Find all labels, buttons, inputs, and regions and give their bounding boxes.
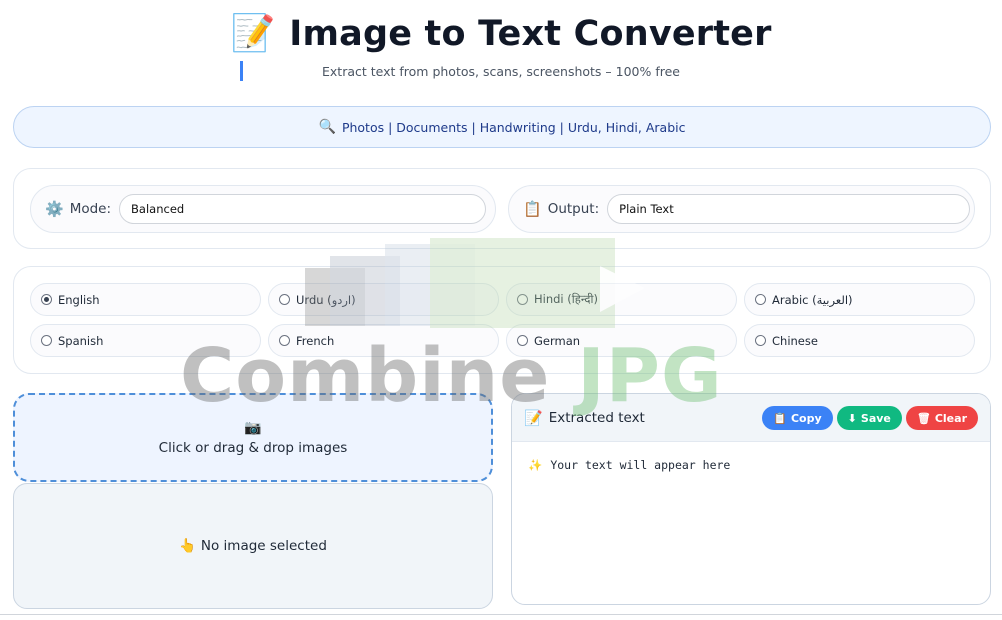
clear-label: Clear <box>934 411 967 425</box>
output-label: Output: <box>547 201 600 217</box>
output-panel: 📝 Extracted text 📋 Copy ⬇ Save 🗑 Clear ✨… <box>511 393 991 605</box>
mode-setting: ⚙️ Mode: Balanced <box>30 185 496 233</box>
language-option-arabic[interactable]: Arabic (العربية) <box>744 283 975 316</box>
language-label: Hindi (हिन्दी) <box>534 292 598 306</box>
radio-icon[interactable] <box>517 294 528 305</box>
output-setting: 📋 Output: Plain Text <box>508 185 975 233</box>
copy-label: Copy <box>790 411 822 425</box>
radio-icon[interactable] <box>517 335 528 346</box>
radio-icon[interactable] <box>755 294 766 305</box>
features-text: Photos | Documents | Handwriting | Urdu,… <box>341 119 686 135</box>
radio-icon[interactable] <box>279 335 290 346</box>
download-icon: ⬇ <box>847 411 857 425</box>
clipboard-icon: 📋 <box>523 200 542 218</box>
magnifier-icon: 🔍 <box>318 119 336 135</box>
page-title: Image to Text Converter <box>289 14 772 54</box>
trash-icon: 🗑 <box>916 411 931 425</box>
language-label: English <box>58 292 100 307</box>
language-label: Chinese <box>772 333 818 348</box>
clear-button[interactable]: 🗑 Clear <box>905 406 978 430</box>
language-option-english[interactable]: English <box>30 283 261 316</box>
copy-button[interactable]: 📋 Copy <box>762 406 833 430</box>
language-option-urdu[interactable]: Urdu (اردو) <box>268 283 499 316</box>
gear-icon: ⚙️ <box>45 200 64 218</box>
radio-icon[interactable] <box>755 335 766 346</box>
language-option-spanish[interactable]: Spanish <box>30 324 261 357</box>
language-label: French <box>296 333 335 348</box>
mode-select[interactable]: Balanced <box>119 194 487 224</box>
upload-dropzone[interactable]: 📷 Click or drag & drop images <box>13 393 493 482</box>
output-textarea[interactable]: ✨ Your text will appear here <box>512 442 990 488</box>
camera-icon: 📷 <box>244 419 262 436</box>
language-label: Urdu (اردو) <box>296 292 356 307</box>
save-button[interactable]: ⬇ Save <box>836 406 902 430</box>
language-option-german[interactable]: German <box>506 324 737 357</box>
language-option-hindi[interactable]: Hindi (हिन्दी) <box>506 283 737 316</box>
clipboard-icon: 📋 <box>773 411 787 425</box>
title-row: 📝 Image to Text Converter <box>0 12 1002 56</box>
radio-icon[interactable] <box>279 294 290 305</box>
image-preview: 👆 No image selected <box>13 483 493 609</box>
save-label: Save <box>860 411 891 425</box>
language-label: Spanish <box>58 333 104 348</box>
language-label: Arabic (العربية) <box>772 292 853 307</box>
language-option-chinese[interactable]: Chinese <box>744 324 975 357</box>
language-option-french[interactable]: French <box>268 324 499 357</box>
output-placeholder: Your text will appear here <box>550 458 731 472</box>
bottom-divider <box>0 614 1002 615</box>
output-select[interactable]: Plain Text <box>607 194 971 224</box>
preview-text: No image selected <box>200 538 327 554</box>
features-banner: 🔍 Photos | Documents | Handwriting | Urd… <box>13 106 991 148</box>
memo-icon: 📝 <box>524 408 543 427</box>
settings-panel: ⚙️ Mode: Balanced 📋 Output: Plain Text <box>13 168 991 249</box>
upload-text: Click or drag & drop images <box>158 439 348 456</box>
language-label: German <box>534 333 581 348</box>
output-actions: 📋 Copy ⬇ Save 🗑 Clear <box>762 406 978 430</box>
page-subtitle: Extract text from photos, scans, screens… <box>322 64 680 79</box>
language-panel: English Urdu (اردو) Hindi (हिन्दी) Arabi… <box>13 266 991 374</box>
mode-label: Mode: <box>69 201 112 217</box>
sparkles-icon: ✨ <box>528 458 543 472</box>
output-title: Extracted text <box>548 409 645 426</box>
radio-icon[interactable] <box>41 335 52 346</box>
memo-icon: 📝 <box>230 13 276 54</box>
page-header: 📝 Image to Text Converter Extract text f… <box>0 0 1002 100</box>
pointing-hand-icon: 👆 <box>179 538 196 554</box>
radio-icon[interactable] <box>41 294 52 305</box>
